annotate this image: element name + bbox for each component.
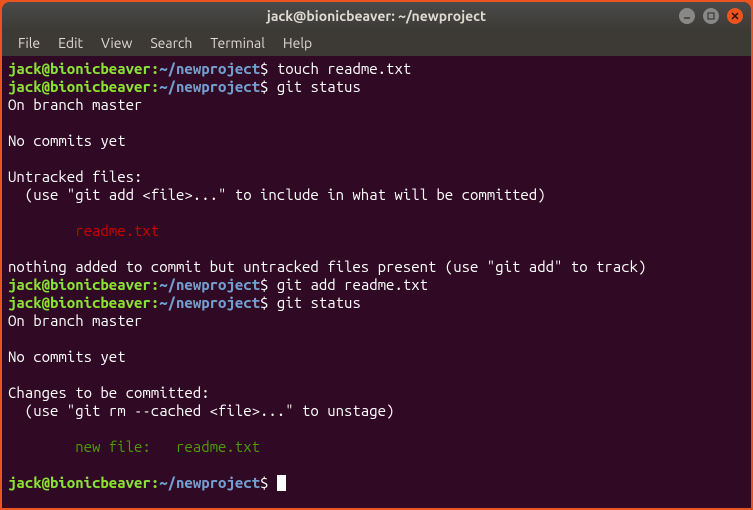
minimize-button[interactable]: [679, 8, 695, 24]
close-button[interactable]: [727, 8, 743, 24]
cmd-text: git status: [268, 78, 360, 95]
output-blank: [8, 330, 745, 348]
prompt-colon: :: [151, 294, 159, 311]
prompt-path: ~/newproject: [159, 294, 260, 311]
menu-view[interactable]: View: [93, 33, 140, 53]
menubar: File Edit View Search Terminal Help: [2, 30, 751, 56]
output-line: Changes to be committed:: [8, 384, 745, 402]
output-blank: [8, 420, 745, 438]
prompt-colon: :: [151, 60, 159, 77]
titlebar: jack@bionicbeaver: ~/newproject: [2, 2, 751, 30]
output-line: No commits yet: [8, 348, 745, 366]
menu-search[interactable]: Search: [142, 33, 200, 53]
prompt-user: jack@bionicbeaver: [8, 60, 151, 77]
cursor: [277, 475, 286, 491]
window-controls: [679, 8, 743, 24]
output-blank: [8, 366, 745, 384]
prompt-user: jack@bionicbeaver: [8, 276, 151, 293]
output-blank: [8, 240, 745, 258]
prompt-colon: :: [151, 78, 159, 95]
prompt-user: jack@bionicbeaver: [8, 294, 151, 311]
close-icon: [731, 12, 739, 20]
menu-help[interactable]: Help: [275, 33, 320, 53]
minimize-icon: [683, 12, 691, 20]
menu-edit[interactable]: Edit: [50, 33, 91, 53]
output-line: On branch master: [8, 312, 745, 330]
prompt-user: jack@bionicbeaver: [8, 474, 151, 491]
window-title: jack@bionicbeaver: ~/newproject: [2, 8, 751, 24]
output-blank: [8, 456, 745, 474]
output-blank: [8, 150, 745, 168]
output-blank: [8, 204, 745, 222]
output-line: No commits yet: [8, 132, 745, 150]
cmd-text: git add readme.txt: [268, 276, 428, 293]
prompt-path: ~/newproject: [159, 276, 260, 293]
terminal-content[interactable]: jack@bionicbeaver:~/newproject$ touch re…: [2, 56, 751, 508]
terminal-window: jack@bionicbeaver: ~/newproject File Edi…: [2, 2, 751, 508]
output-line: (use "git add <file>..." to include in w…: [8, 186, 745, 204]
output-line: Untracked files:: [8, 168, 745, 186]
untracked-file: readme.txt: [8, 222, 745, 240]
prompt-line: jack@bionicbeaver:~/newproject$ git stat…: [8, 78, 745, 96]
prompt-line: jack@bionicbeaver:~/newproject$ touch re…: [8, 60, 745, 78]
prompt-path: ~/newproject: [159, 60, 260, 77]
menu-terminal[interactable]: Terminal: [202, 33, 273, 53]
prompt-line: jack@bionicbeaver:~/newproject$ git add …: [8, 276, 745, 294]
prompt-path: ~/newproject: [159, 78, 260, 95]
menu-file[interactable]: File: [10, 33, 48, 53]
maximize-icon: [707, 12, 715, 20]
prompt-user: jack@bionicbeaver: [8, 78, 151, 95]
prompt-line: jack@bionicbeaver:~/newproject$ git stat…: [8, 294, 745, 312]
cmd-text: touch readme.txt: [268, 60, 411, 77]
output-line: (use "git rm --cached <file>..." to unst…: [8, 402, 745, 420]
prompt-colon: :: [151, 276, 159, 293]
output-blank: [8, 114, 745, 132]
maximize-button[interactable]: [703, 8, 719, 24]
output-line: On branch master: [8, 96, 745, 114]
cmd-text: git status: [268, 294, 360, 311]
prompt-colon: :: [151, 474, 159, 491]
staged-file: new file: readme.txt: [8, 438, 745, 456]
prompt-path: ~/newproject: [159, 474, 260, 491]
output-line: nothing added to commit but untracked fi…: [8, 258, 745, 276]
prompt-line: jack@bionicbeaver:~/newproject$: [8, 474, 745, 492]
cmd-text: [268, 474, 276, 491]
